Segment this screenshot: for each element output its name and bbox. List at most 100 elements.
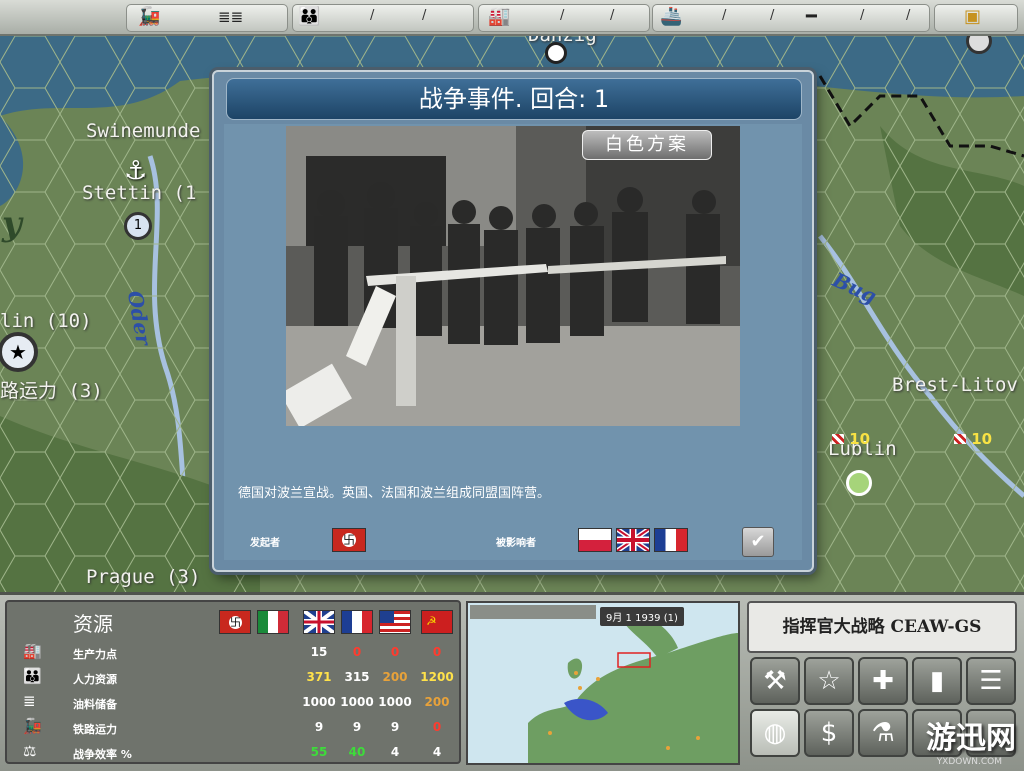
uk-flag-icon [615, 526, 651, 554]
value-france: 4 [390, 745, 400, 759]
hammer-sickle-icon: ☭ [426, 614, 437, 628]
value-germany: 15 [310, 645, 328, 659]
top-status-bar: 🚂 ≣≣ 👪 / / 🏭 / / 🚢 / / ━ / / ▣ [0, 0, 1024, 36]
naval-slash-3: / [860, 8, 865, 23]
resource-label: 生产力点 [73, 648, 117, 661]
report-button[interactable]: ☰ [966, 657, 1016, 705]
resource-row-rail: 🚂 铁路运力 9 9 9 0 [7, 717, 457, 741]
move-arrows-icon: ✚ [872, 666, 894, 696]
city-marker-lublin[interactable] [846, 470, 872, 496]
dollar-icon: $ [820, 718, 838, 748]
value-ussr: 200 [424, 695, 450, 709]
map-edge-text: y [2, 204, 22, 244]
minimap[interactable]: 9月 1 1939 (1) [466, 601, 740, 765]
italy-flag-icon[interactable] [257, 610, 289, 634]
dialog-body: 白色方案 德国对波兰宣战。英国、法国和波兰组成同盟国阵营。 [224, 124, 802, 560]
city-label-swinemunde: Swinemunde [86, 120, 201, 142]
unit-strength: 10 [971, 430, 993, 448]
value-germany: 55 [310, 745, 328, 759]
city-marker-stettin[interactable]: 1 [124, 212, 152, 240]
manpower-icon: 👪 [298, 6, 321, 27]
balance-icon: ⚖ [23, 742, 37, 760]
value-uk: 0 [352, 645, 362, 659]
carrier-icon: ━ [806, 6, 817, 27]
resource-label: 铁路运力 [73, 723, 117, 736]
naval-slash-2: / [770, 8, 775, 23]
poland-flag-icon [578, 528, 612, 552]
train-icon: 🚂 [23, 717, 42, 735]
resources-box: 资源 卐 ☭ 🏭 生产力点 15 0 0 0 👪 人力资源 371 315 20… [5, 600, 461, 764]
production-slash-2: / [610, 8, 615, 23]
unit-flag-icon [832, 434, 844, 444]
swastika-disc: 卐 [342, 533, 356, 547]
production-slash-1: / [560, 8, 565, 23]
oil-barrels-icon: ≣ [23, 692, 36, 710]
watermark-sub: YXDOWN.COM [936, 757, 1002, 767]
treasury-icon: ▣ [964, 6, 982, 27]
star-icon: ☆ [817, 666, 841, 696]
research-button[interactable]: ⚗ [858, 709, 908, 757]
naval-segment[interactable] [652, 4, 930, 32]
bottom-panel: 资源 卐 ☭ 🏭 生产力点 15 0 0 0 👪 人力资源 371 315 20… [0, 592, 1024, 771]
resource-row-manpower: 👪 人力资源 371 315 200 1200 [7, 667, 457, 691]
value-france: 9 [390, 720, 400, 734]
generals-button[interactable]: ☆ [804, 657, 854, 705]
city-label-berlin: lin (10) [0, 310, 92, 332]
resource-row-oil: ≣ 油料储备 1000 1000 1000 200 [7, 692, 457, 716]
confirm-check-button[interactable]: ✔ [742, 527, 774, 557]
train-icon: 🚂 [138, 6, 161, 27]
manpower-slash-1: / [370, 8, 375, 23]
uk-flag-icon[interactable] [302, 609, 336, 635]
uk-cross-icon [615, 526, 651, 554]
usa-canton [380, 611, 394, 623]
resource-row-war-efficiency: ⚖ 战争效率 % 55 40 4 4 [7, 742, 457, 766]
value-france: 0 [390, 645, 400, 659]
value-germany: 371 [306, 670, 332, 684]
city-label-rail-capacity: 路运力 (3) [0, 380, 103, 402]
value-ussr: 4 [432, 745, 442, 759]
manpower-slash-2: / [422, 8, 427, 23]
oil-barrels-icon: ≣≣ [218, 8, 244, 26]
polish-unit-counter[interactable]: 10 [832, 430, 870, 448]
minimap-toolbar [470, 605, 596, 619]
settings-button[interactable]: ⚒ [750, 657, 800, 705]
factory-icon: 🏭 [23, 642, 42, 660]
naval-slash-4: / [906, 8, 911, 23]
usa-flag-icon[interactable] [379, 610, 411, 634]
list-icon: ☰ [979, 666, 1003, 696]
event-description: 德国对波兰宣战。英国、法国和波兰组成同盟国阵营。 [238, 486, 551, 501]
unit-flag-icon [954, 434, 966, 444]
germany-flag-icon[interactable]: 卐 [219, 610, 251, 634]
resource-row-production: 🏭 生产力点 15 0 0 0 [7, 642, 457, 666]
game-title-banner: 指挥官大战略 CEAW-GS [747, 601, 1017, 653]
minimap-europe [468, 603, 738, 763]
resources-title: 资源 [73, 612, 113, 636]
value-uk: 9 [352, 720, 362, 734]
event-photo: 白色方案 [286, 126, 740, 426]
ussr-flag-icon[interactable]: ☭ [421, 610, 453, 634]
value-ussr: 0 [432, 720, 442, 734]
turn-date: 9月 1 1939 (1) [600, 607, 684, 626]
city-marker-danzig[interactable] [545, 42, 567, 64]
warship-icon: 🚢 [660, 6, 683, 27]
operation-badge: 白色方案 [582, 130, 712, 160]
value-ussr: 1200 [420, 670, 454, 684]
dialog-title: 战争事件. 回合: 1 [226, 78, 802, 120]
polish-unit-counter-2[interactable]: 10 [954, 430, 992, 448]
manpower-icon: 👪 [23, 667, 42, 685]
france-flag-icon[interactable] [341, 610, 373, 634]
diplomacy-button[interactable]: ▮ [912, 657, 962, 705]
purchase-button[interactable]: $ [804, 709, 854, 757]
city-label-brest-litovsk: Brest-Litov [892, 374, 1018, 396]
france-flag-icon [654, 528, 688, 552]
value-uk: 315 [344, 670, 370, 684]
move-button[interactable]: ✚ [858, 657, 908, 705]
city-label-prague: Prague (3) [86, 566, 201, 588]
globe-button[interactable]: ◍ [750, 709, 800, 757]
flask-icon: ⚗ [871, 718, 895, 748]
watermark: 游迅网 [926, 721, 1016, 756]
value-germany: 1000 [302, 695, 336, 709]
anchor-port-icon[interactable]: ⚓ [124, 156, 148, 186]
unit-strength: 10 [849, 430, 871, 448]
uk-cross-icon [302, 609, 336, 635]
